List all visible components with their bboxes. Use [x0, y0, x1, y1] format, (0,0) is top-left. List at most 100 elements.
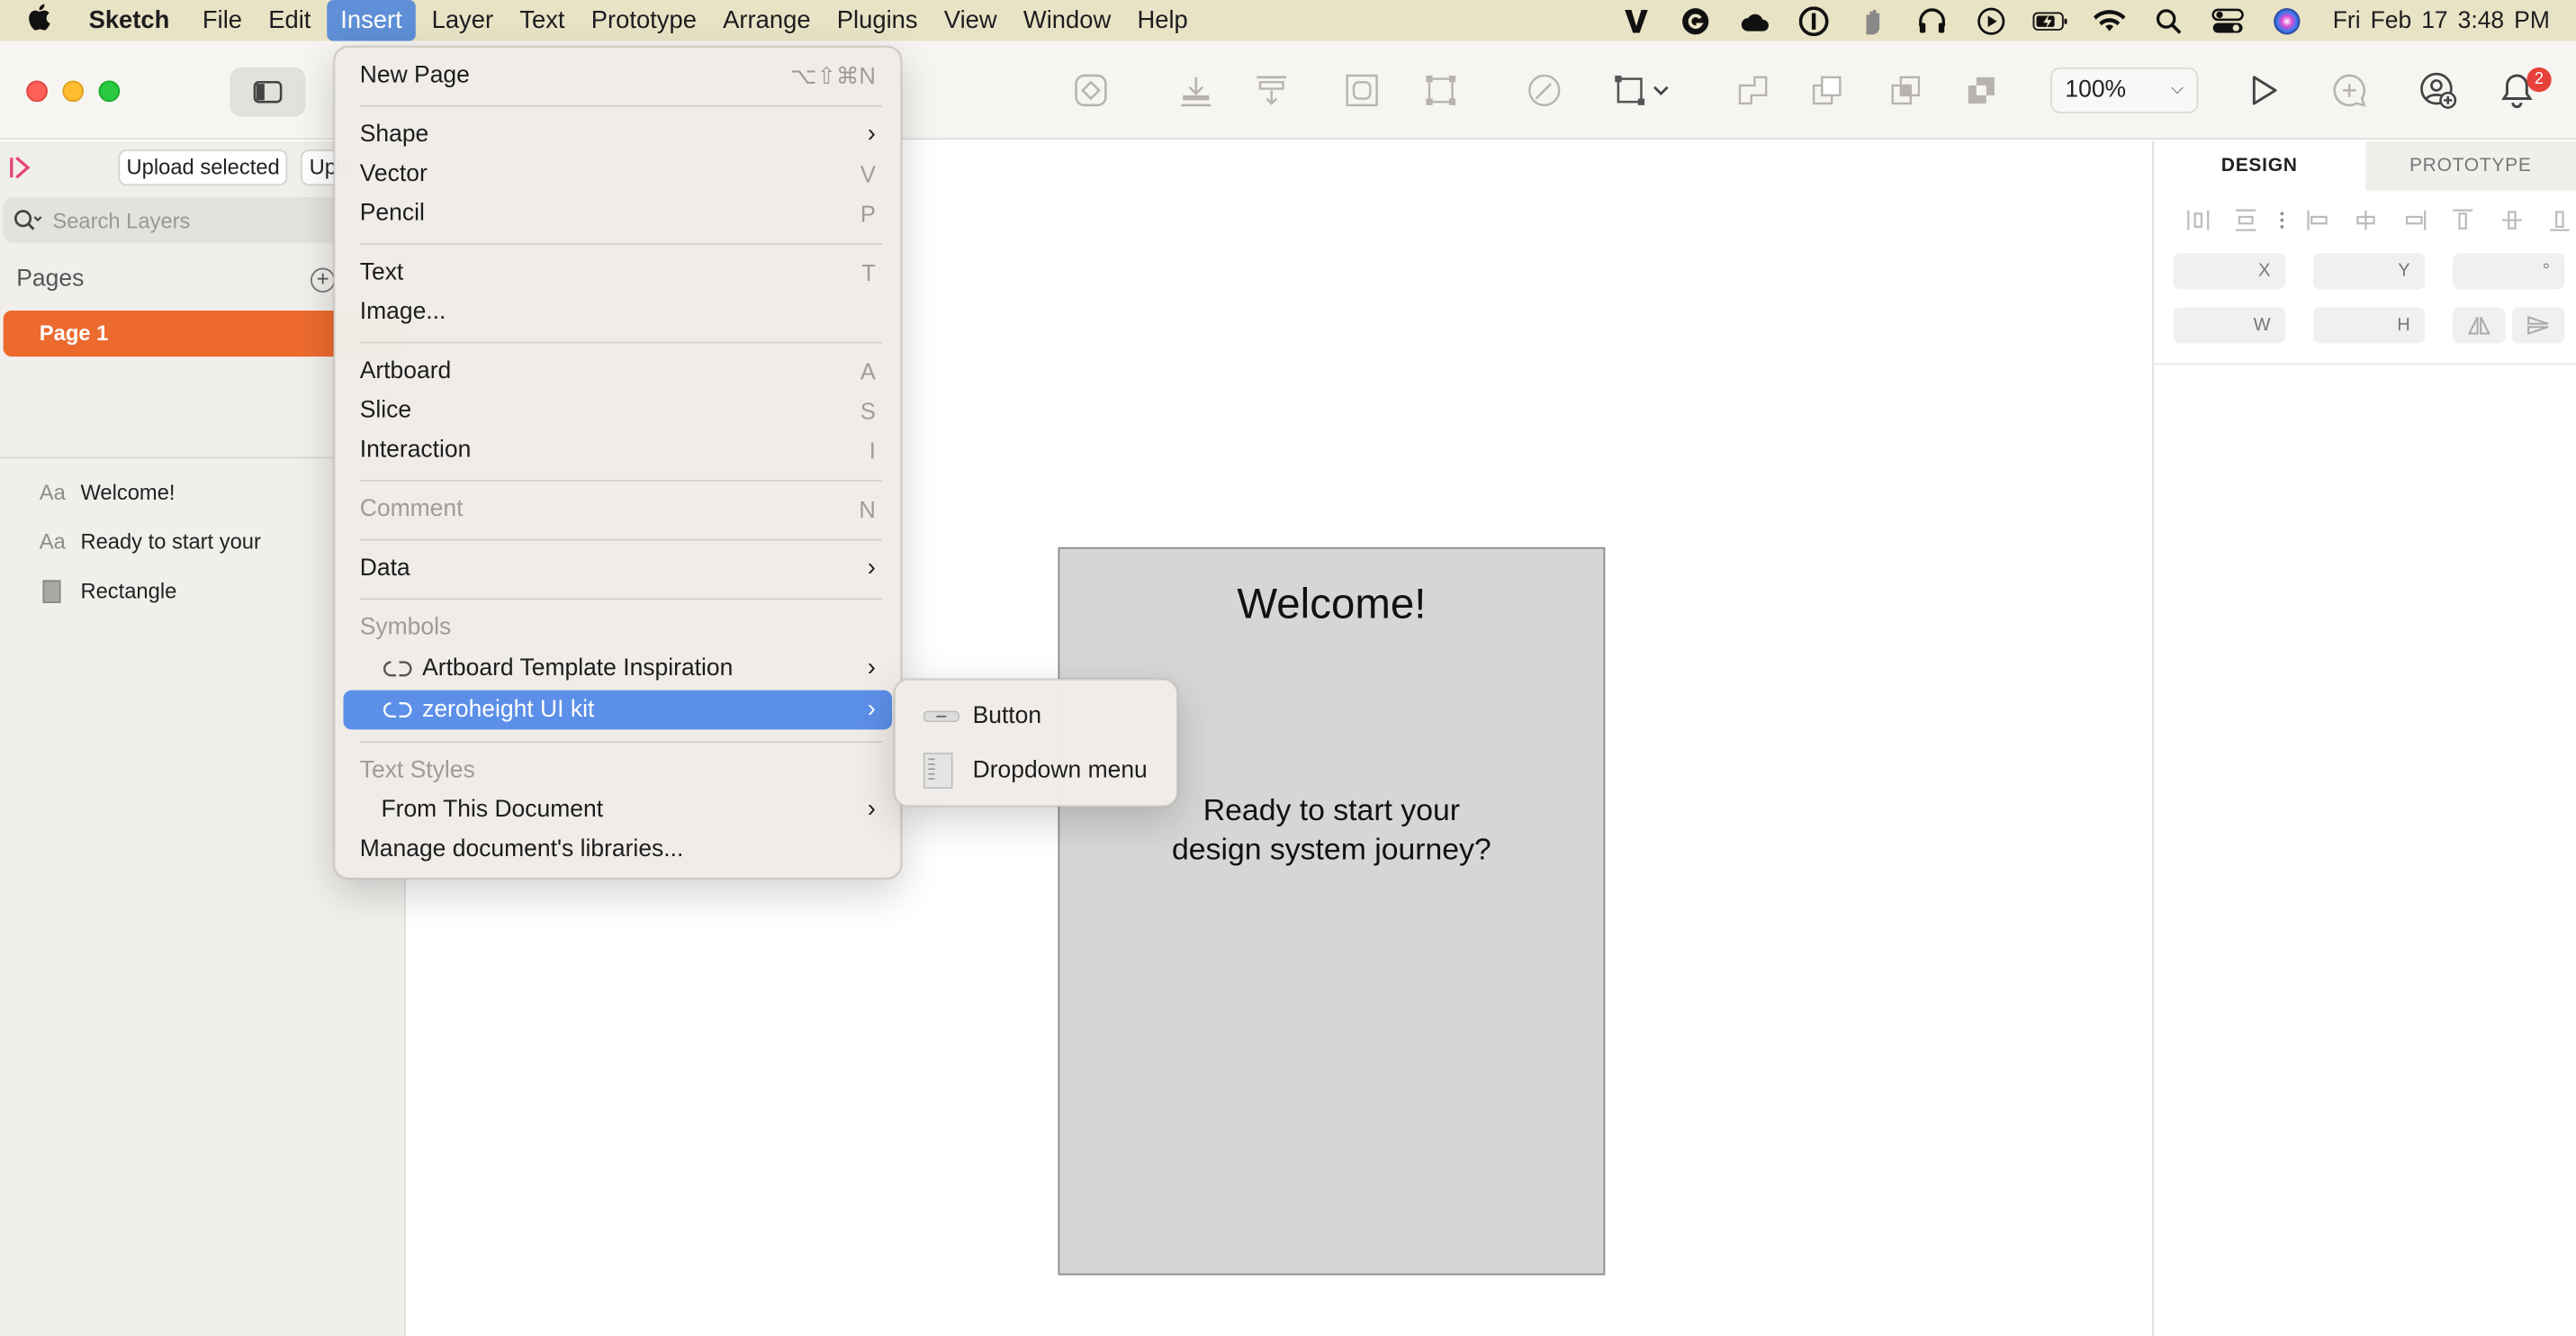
menu-item-vector[interactable]: Vector V — [343, 155, 892, 194]
menu-help[interactable]: Help — [1124, 0, 1202, 41]
menu-text[interactable]: Text — [507, 0, 578, 41]
inspector-tabs: DESIGN PROTOTYPE — [2153, 140, 2576, 191]
layer-row[interactable]: Aa Welcome! — [40, 480, 176, 504]
align-top-icon[interactable] — [2439, 207, 2488, 233]
align-left-icon[interactable] — [2293, 207, 2342, 233]
menu-item-artboard[interactable]: Artboard A — [343, 352, 892, 392]
rotation-field[interactable]: ° — [2453, 253, 2565, 290]
menu-item-interaction[interactable]: Interaction I — [343, 430, 892, 470]
grammarly-icon[interactable] — [1677, 5, 1713, 35]
menu-layer[interactable]: Layer — [419, 0, 507, 41]
subtract-icon[interactable] — [1807, 70, 1847, 110]
menu-prototype[interactable]: Prototype — [578, 0, 709, 41]
menu-item-from-this-document[interactable]: From This Document › — [343, 790, 892, 830]
search-icon[interactable] — [2150, 5, 2186, 35]
menu-view[interactable]: View — [931, 0, 1010, 41]
tab-prototype[interactable]: PROTOTYPE — [2364, 140, 2576, 191]
close-window-button[interactable] — [26, 80, 48, 103]
layer-row[interactable]: Rectangle — [40, 579, 176, 603]
menu-item-slice[interactable]: Slice S — [343, 391, 892, 430]
create-symbol-icon[interactable] — [1071, 70, 1111, 110]
menu-app-sketch[interactable]: Sketch — [76, 0, 189, 41]
headphones-icon[interactable] — [1914, 5, 1950, 35]
group-icon[interactable] — [1342, 70, 1382, 110]
width-field[interactable]: W — [2173, 307, 2285, 344]
share-user-icon[interactable] — [2418, 70, 2458, 110]
tab-design[interactable]: DESIGN — [2153, 140, 2365, 191]
sidebar-toggle-button[interactable] — [230, 67, 306, 117]
flip-vertical-icon[interactable] — [2511, 307, 2565, 344]
transform-icon[interactable] — [1610, 70, 1650, 110]
chevron-down-icon: ⌵ — [2170, 80, 2184, 99]
menubar-clock[interactable]: Fri Feb 17 3:48 PM — [2333, 7, 2550, 33]
menu-item-shape[interactable]: Shape › — [343, 115, 892, 155]
zeroheight-logo-icon[interactable] — [10, 156, 33, 179]
apple-menu-icon[interactable] — [0, 3, 76, 39]
hand-icon[interactable] — [1855, 5, 1891, 35]
battery-icon[interactable] — [2032, 5, 2068, 35]
chevron-right-icon: › — [867, 120, 876, 149]
menu-plugins[interactable]: Plugins — [824, 0, 931, 41]
difference-icon[interactable] — [1961, 70, 2001, 110]
minimize-window-button[interactable] — [62, 80, 85, 103]
distribute-icon[interactable] — [1252, 70, 1292, 110]
distribute-vertical-icon[interactable] — [2222, 207, 2271, 233]
align-bottom-icon[interactable] — [1176, 70, 1216, 110]
y-field[interactable]: Y — [2313, 253, 2426, 290]
flip-horizontal-icon[interactable] — [2453, 307, 2506, 344]
ungroup-icon[interactable] — [1421, 70, 1461, 110]
zoom-value: 100% — [2065, 77, 2127, 104]
text-layer-icon: Aa — [39, 528, 66, 555]
align-middle-icon[interactable] — [2488, 207, 2536, 233]
zoom-select[interactable]: 100% ⌵ — [2049, 67, 2199, 113]
fullscreen-window-button[interactable] — [98, 80, 121, 103]
edit-path-icon[interactable] — [1525, 70, 1564, 110]
menu-item-manage-libraries[interactable]: Manage document's libraries... — [343, 830, 892, 870]
menu-item-new-page[interactable]: New Page ⌥⇧⌘N — [343, 56, 892, 95]
x-field[interactable]: X — [2173, 253, 2285, 290]
shortcut-label: ⌥⇧⌘N — [789, 62, 876, 89]
library-link-icon — [383, 702, 412, 718]
align-center-horizontal-icon[interactable] — [2342, 207, 2391, 233]
play-circle-icon[interactable] — [1973, 5, 2009, 35]
menu-item-image[interactable]: Image... — [343, 293, 892, 332]
distribute-horizontal-icon[interactable] — [2174, 207, 2222, 233]
creative-cloud-icon[interactable] — [1736, 5, 1772, 35]
wifi-icon[interactable] — [2091, 5, 2127, 35]
menu-window[interactable]: Window — [1010, 0, 1124, 41]
menu-item-pencil[interactable]: Pencil P — [343, 194, 892, 233]
divider — [2153, 363, 2576, 366]
vectorworks-icon[interactable] — [1618, 5, 1654, 35]
submenu-item-dropdown-menu[interactable]: Dropdown menu — [904, 746, 1168, 796]
menu-arrange[interactable]: Arrange — [710, 0, 824, 41]
menu-item-data[interactable]: Data › — [343, 549, 892, 589]
union-icon[interactable] — [1734, 70, 1773, 110]
onepassword-icon[interactable] — [1796, 5, 1832, 36]
preview-play-icon[interactable] — [2244, 70, 2283, 110]
menu-item-label: Pencil — [359, 200, 425, 227]
intersect-icon[interactable] — [1886, 70, 1925, 110]
upload-selected-button[interactable]: Upload selected — [118, 149, 288, 186]
siri-icon[interactable] — [2269, 5, 2305, 35]
artboard-title-text[interactable]: Welcome! — [1059, 579, 1603, 630]
menu-item-zeroheight-ui-kit[interactable]: zeroheight UI kit › — [343, 690, 893, 730]
align-bottom-icon[interactable] — [2535, 207, 2576, 233]
layer-row[interactable]: Aa Ready to start your — [40, 529, 261, 554]
menu-item-text[interactable]: Text T — [343, 253, 892, 293]
control-center-icon[interactable] — [2210, 5, 2246, 35]
menu-item-artboard-template-inspiration[interactable]: Artboard Template Inspiration › — [343, 649, 892, 689]
menu-separator — [359, 479, 883, 482]
chevron-down-icon[interactable] — [1650, 70, 1673, 110]
menu-insert[interactable]: Insert — [327, 0, 416, 41]
submenu-item-label: Button — [972, 703, 1042, 730]
library-link-icon — [383, 661, 412, 677]
add-page-icon[interactable]: + — [310, 267, 336, 293]
align-right-icon[interactable] — [2391, 207, 2439, 233]
menu-edit[interactable]: Edit — [256, 0, 324, 41]
add-comment-icon[interactable] — [2329, 70, 2369, 110]
height-field[interactable]: H — [2313, 307, 2426, 344]
submenu-item-button[interactable]: Button — [904, 691, 1168, 741]
artboard[interactable]: Welcome! Ready to start your design syst… — [1058, 546, 1606, 1276]
more-options-icon[interactable] — [2271, 207, 2294, 233]
menu-file[interactable]: File — [189, 0, 255, 41]
